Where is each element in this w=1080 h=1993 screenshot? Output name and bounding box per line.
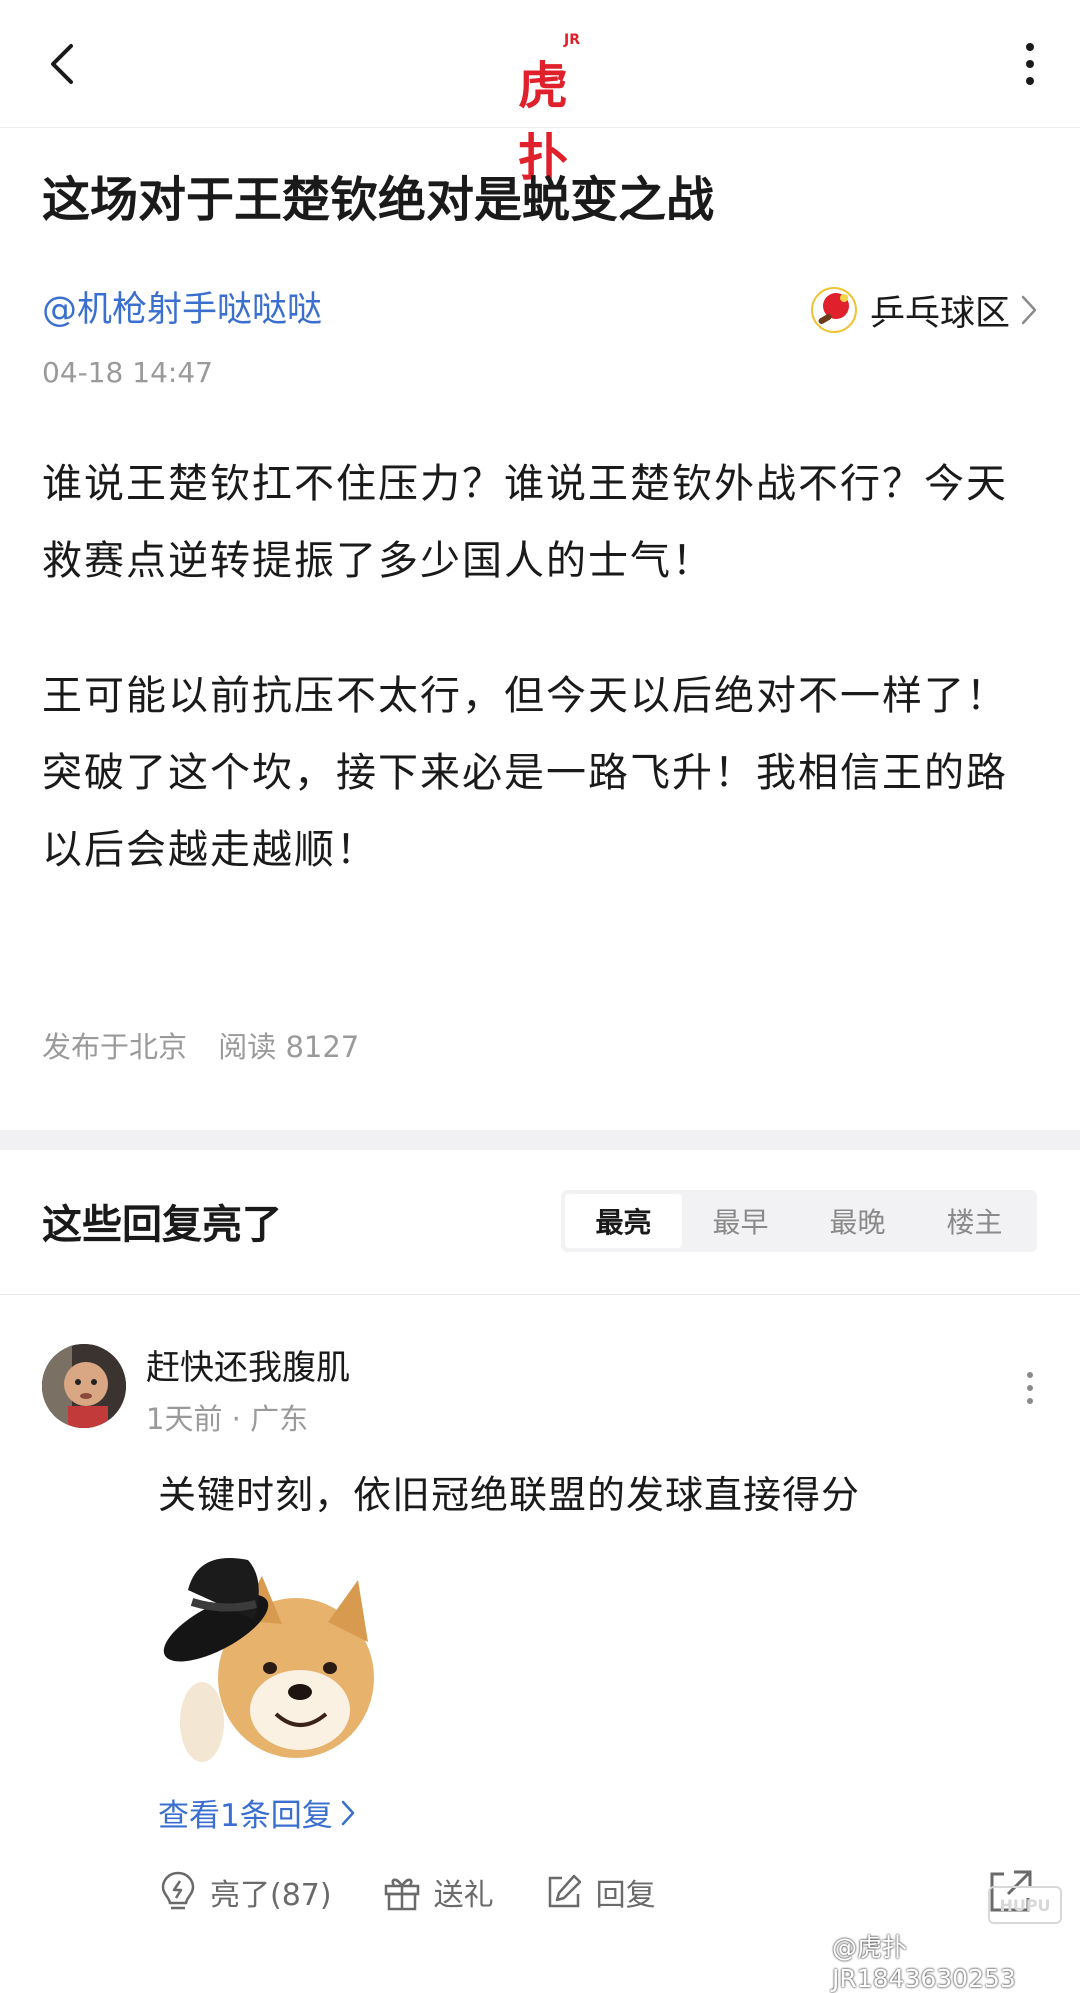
reply-text: 关键时刻，依旧冠绝联盟的发球直接得分	[158, 1473, 861, 1517]
top-bar: JR 虎扑	[0, 0, 1080, 187]
read-count: 阅读 8127	[218, 1030, 360, 1064]
hupu-watermark-badge: HUPU	[988, 1886, 1062, 1924]
reply-username[interactable]: 赶快还我腹肌	[146, 1340, 350, 1389]
reply-more-button[interactable]	[1010, 1368, 1050, 1408]
reply-time-location: 1天前 · 广东	[146, 1402, 309, 1436]
chevron-right-icon	[341, 1800, 354, 1825]
reply-button[interactable]: 回复	[544, 1870, 656, 1914]
forum-name: 乒乓球区	[869, 293, 1010, 334]
tab-op-only[interactable]: 楼主	[916, 1194, 1033, 1248]
watermark-text: @虎扑JR1843630253	[832, 1933, 1016, 1993]
tab-earliest[interactable]: 最早	[682, 1194, 799, 1248]
forum-link[interactable]: 乒乓球区	[809, 282, 1038, 338]
chevron-right-icon	[1021, 295, 1037, 325]
gift-label: 送礼	[433, 1878, 494, 1913]
tab-latest[interactable]: 最晚	[799, 1194, 916, 1248]
sort-tabs: 最亮 最早 最晚 楼主	[561, 1190, 1037, 1252]
post-paragraph: 王可能以前抗压不太行，但今天以后绝对不一样了！突破了这个坎，接下来必是一路飞升！…	[42, 673, 1008, 873]
post-location: 发布于北京	[42, 1030, 188, 1064]
shiba-hat-meme-image[interactable]	[158, 1550, 384, 1762]
lightbulb-icon	[161, 1871, 195, 1910]
vertical-dots-icon	[1026, 43, 1034, 85]
divider	[0, 1294, 1080, 1295]
hupu-logo: JR 虎扑	[500, 32, 580, 187]
gift-button[interactable]: 送礼	[382, 1870, 494, 1914]
edit-icon	[548, 1874, 581, 1908]
post-time: 04-18 14:47	[42, 356, 213, 389]
reply-label: 回复	[595, 1878, 656, 1913]
more-options-button[interactable]	[1002, 36, 1058, 92]
section-divider	[0, 1130, 1080, 1150]
like-count: 亮了(87)	[210, 1878, 332, 1913]
post-body: 谁说王楚钦扛不住压力？谁说王楚钦外战不行？今天救赛点逆转提振了多少国人的士气！ …	[42, 446, 1042, 889]
post-author[interactable]: @机枪射手哒哒哒	[42, 286, 322, 334]
vertical-dots-icon	[1027, 1372, 1033, 1404]
reply-actions: 亮了(87) 送礼 回复	[158, 1862, 706, 1922]
post-title: 这场对于王楚钦绝对是蜕变之战	[42, 172, 715, 228]
replies-heading: 这些回复亮了	[42, 1202, 282, 1248]
avatar[interactable]	[42, 1344, 126, 1428]
back-button[interactable]	[30, 32, 94, 96]
tab-brightest[interactable]: 最亮	[565, 1194, 682, 1248]
gift-icon	[384, 1878, 419, 1911]
view-replies-label: 查看1条回复	[158, 1798, 333, 1834]
chevron-left-icon	[51, 44, 73, 84]
post-meta: 发布于北京 阅读 8127	[42, 1024, 359, 1066]
like-button[interactable]: 亮了(87)	[158, 1870, 332, 1914]
ping-pong-forum-icon	[809, 286, 858, 334]
post-paragraph: 谁说王楚钦扛不住压力？谁说王楚钦外战不行？今天救赛点逆转提振了多少国人的士气！	[42, 461, 1008, 584]
view-replies-link[interactable]: 查看1条回复	[158, 1790, 355, 1835]
